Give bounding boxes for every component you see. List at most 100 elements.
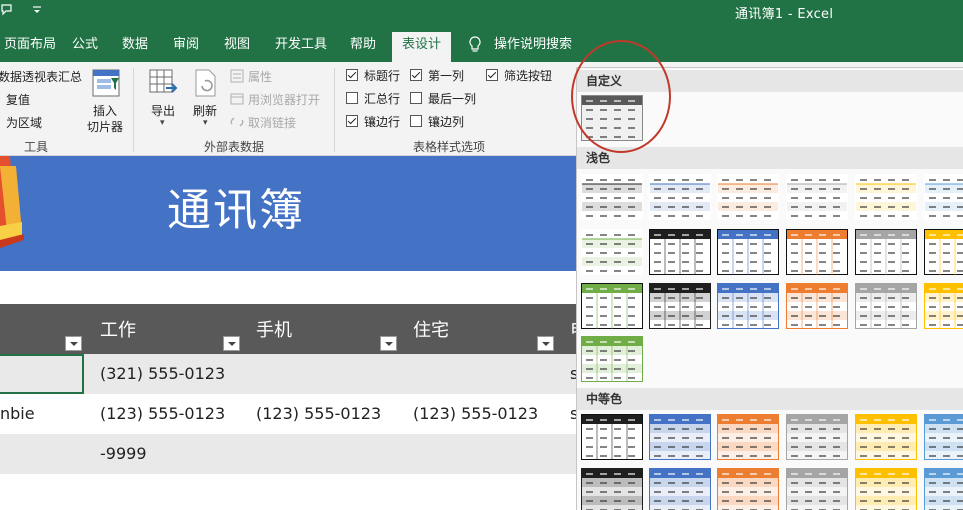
style-medium-blue-alt-thumbnail[interactable] — [649, 468, 711, 510]
style-medium-black-alt-thumbnail[interactable] — [581, 468, 643, 510]
style-light-blue-grid-thumbnail[interactable] — [717, 283, 779, 329]
style-light-orange-grid-thumbnail[interactable] — [786, 283, 848, 329]
slicer-icon[interactable] — [91, 68, 121, 98]
filter-dropdown-icon[interactable] — [65, 336, 82, 351]
table-row: nbie (123) 555-0123 (123) 555-0123 (123)… — [0, 394, 578, 434]
style-light-gold-grid-thumbnail[interactable] — [924, 283, 963, 329]
column-header-home[interactable]: 住宅 — [413, 316, 449, 342]
style-light-gray-thumbnail[interactable] — [786, 174, 848, 220]
style-light-gray-header-thumbnail[interactable] — [855, 229, 917, 275]
banded-columns-label: 镶边列 — [428, 115, 465, 129]
export-button[interactable]: 导出 — [151, 102, 175, 119]
group-label-style-options: 表格样式选项 — [413, 140, 486, 154]
style-light-green-thumbnail[interactable] — [581, 229, 643, 275]
style-medium-gray-thumbnail[interactable] — [786, 414, 848, 460]
table-cell[interactable]: (123) 555-0123 — [413, 404, 538, 423]
lightbulb-icon — [467, 36, 483, 54]
filter-button-checkbox[interactable] — [486, 69, 498, 81]
worksheet[interactable]: 通讯簿 工作 手机 住宅 电 (321) 555-0123 s nbie (12… — [0, 156, 588, 510]
banded-columns-checkbox[interactable] — [410, 115, 422, 127]
style-light-green-grid-thumbnail[interactable] — [581, 336, 643, 382]
table-cell[interactable]: (123) 555-0123 — [100, 404, 225, 423]
insert-slicer-label2[interactable]: 切片器 — [87, 118, 123, 135]
tab-help[interactable]: 帮助 — [344, 32, 382, 62]
section-header-custom: 自定义 — [577, 70, 963, 92]
selected-cell[interactable] — [0, 354, 84, 394]
style-medium-lightblue-thumbnail[interactable] — [924, 414, 963, 460]
filter-button-label: 筛选按钮 — [504, 69, 553, 83]
style-custom-thumbnail[interactable] — [581, 95, 643, 141]
table-cell[interactable]: (123) 555-0123 — [256, 404, 381, 423]
style-medium-orange-thumbnail[interactable] — [717, 414, 779, 460]
filter-dropdown-icon[interactable] — [223, 336, 240, 351]
filter-dropdown-icon[interactable] — [537, 336, 554, 351]
style-light-black-header-thumbnail[interactable] — [649, 229, 711, 275]
group-separator — [334, 68, 335, 152]
export-icon[interactable] — [148, 68, 180, 98]
refresh-dropdown-icon[interactable]: ▾ — [203, 118, 208, 128]
banded-rows-checkbox[interactable] — [346, 115, 358, 127]
unlink-button[interactable]: 取消链接 — [248, 114, 296, 131]
open-in-browser-button[interactable]: 用浏览器打开 — [248, 91, 320, 108]
total-row-checkbox[interactable] — [346, 92, 358, 104]
remove-duplicates-button[interactable]: 复值 — [6, 91, 30, 108]
style-medium-blue-thumbnail[interactable] — [649, 414, 711, 460]
first-column-label: 第一列 — [428, 69, 465, 83]
style-light-black-thumbnail[interactable] — [581, 174, 643, 220]
banded-rows-label: 镶边行 — [364, 115, 401, 129]
group-label-tools: 工具 — [24, 140, 49, 154]
section-header-light: 浅色 — [577, 147, 963, 169]
last-column-checkbox[interactable] — [410, 92, 422, 104]
unlink-icon — [230, 115, 244, 129]
tab-developer[interactable]: 开发工具 — [269, 32, 333, 62]
style-light-blue-thumbnail[interactable] — [649, 174, 711, 220]
style-medium-black-thumbnail[interactable] — [581, 414, 643, 460]
address-book-logo — [0, 156, 28, 256]
style-light-lightblue-thumbnail[interactable] — [924, 174, 963, 220]
refresh-icon[interactable] — [192, 68, 220, 98]
summarize-pivot-button[interactable]: 数据透视表汇总 — [0, 68, 82, 85]
style-light-gold-thumbnail[interactable] — [855, 174, 917, 220]
tab-formulas[interactable]: 公式 — [66, 32, 104, 62]
refresh-button[interactable]: 刷新 — [193, 102, 217, 119]
tab-view[interactable]: 视图 — [218, 32, 256, 62]
style-medium-gold-alt-thumbnail[interactable] — [855, 468, 917, 510]
convert-to-range-button[interactable]: 为区域 — [6, 114, 42, 131]
tab-table-design[interactable]: 表设计 — [392, 32, 452, 62]
export-dropdown-icon[interactable]: ▾ — [160, 118, 165, 128]
first-column-checkbox[interactable] — [410, 69, 422, 81]
style-light-blue-header-thumbnail[interactable] — [717, 229, 779, 275]
properties-button[interactable]: 属性 — [248, 68, 272, 85]
section-header-medium: 中等色 — [577, 388, 963, 410]
insert-slicer-label1[interactable]: 插入 — [93, 102, 117, 119]
tab-review[interactable]: 审阅 — [167, 32, 205, 62]
style-light-orange-header-thumbnail[interactable] — [786, 229, 848, 275]
table-header-row: 工作 手机 住宅 电 — [0, 304, 588, 354]
style-light-green-header-thumbnail[interactable] — [581, 283, 643, 329]
style-light-gray-grid-thumbnail[interactable] — [855, 283, 917, 329]
table-cell[interactable]: (321) 555-0123 — [100, 364, 225, 383]
customize-qat-icon[interactable] — [32, 3, 42, 20]
group-separator — [133, 68, 134, 152]
touch-mode-icon[interactable] — [0, 2, 16, 21]
table-row: -9999 — [0, 434, 576, 474]
style-medium-lightblue-alt-thumbnail[interactable] — [924, 468, 963, 510]
style-light-orange-thumbnail[interactable] — [717, 174, 779, 220]
column-header-work[interactable]: 工作 — [100, 316, 136, 342]
style-medium-orange-alt-thumbnail[interactable] — [717, 468, 779, 510]
style-light-black-grid-thumbnail[interactable] — [649, 283, 711, 329]
column-header-mobile[interactable]: 手机 — [256, 316, 292, 342]
tab-page-layout[interactable]: 页面布局 — [0, 32, 62, 62]
table-cell[interactable]: nbie — [0, 404, 35, 423]
style-medium-gold-thumbnail[interactable] — [855, 414, 917, 460]
style-medium-gray-alt-thumbnail[interactable] — [786, 468, 848, 510]
header-row-checkbox[interactable] — [346, 69, 358, 81]
filter-dropdown-icon[interactable] — [380, 336, 397, 351]
properties-icon — [230, 69, 244, 83]
style-light-gold-header-thumbnail[interactable] — [924, 229, 963, 275]
table-cell[interactable]: -9999 — [100, 444, 147, 463]
group-label-external: 外部表数据 — [204, 140, 265, 154]
title-banner: 通讯簿 — [0, 156, 576, 271]
tab-data[interactable]: 数据 — [116, 32, 154, 62]
tell-me-search[interactable]: 操作说明搜索 — [488, 32, 578, 62]
